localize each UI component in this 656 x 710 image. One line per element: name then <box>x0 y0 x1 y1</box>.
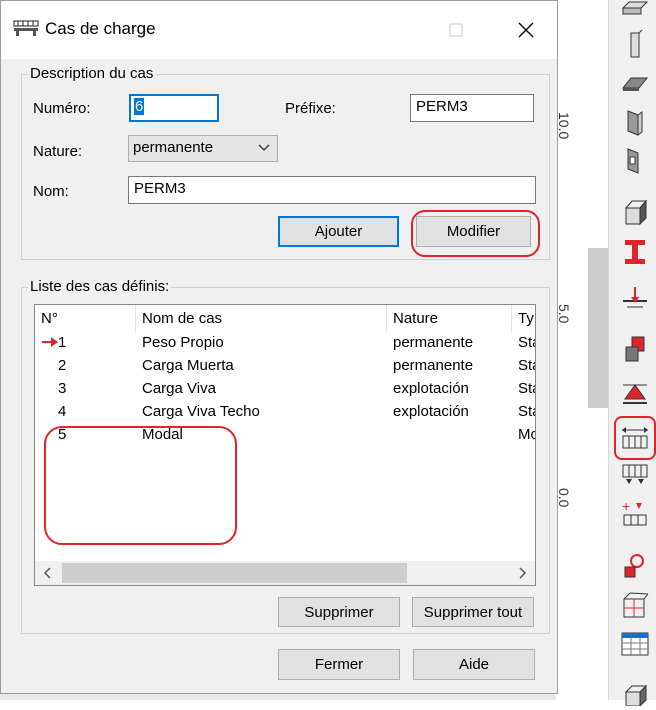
distributed-load-icon[interactable] <box>619 460 651 492</box>
background-bottom-strip <box>0 694 556 700</box>
row-name: Carga Viva <box>142 380 216 397</box>
annotation-circle <box>411 210 540 257</box>
column-header-number[interactable]: N° <box>35 305 136 333</box>
beam-icon[interactable] <box>619 0 651 24</box>
row-number: 1 <box>58 334 67 351</box>
annotation-circle <box>44 426 237 545</box>
row-number: 3 <box>58 380 67 397</box>
nature-selected-value: permanente <box>133 139 214 156</box>
row-nature: permanente <box>393 357 474 374</box>
table-icon[interactable] <box>619 628 651 660</box>
annotation-circle <box>614 416 656 460</box>
supprimer-button[interactable]: Supprimer <box>278 597 400 627</box>
node-load-icon[interactable] <box>619 550 651 582</box>
row-name: Carga Muerta <box>142 357 234 374</box>
numero-label: Numéro: <box>33 100 91 117</box>
table-row[interactable]: 3 Carga Viva explotación Sta <box>35 377 535 400</box>
load-combination-icon[interactable]: + <box>619 498 651 530</box>
row-type: Sta <box>518 403 535 420</box>
column-header-name[interactable]: Nom de cas <box>136 305 387 333</box>
row-type: Sta <box>518 357 535 374</box>
scrollbar-thumb[interactable] <box>62 563 407 583</box>
row-name: Peso Propio <box>142 334 224 351</box>
scroll-left-icon[interactable] <box>38 563 58 583</box>
table-row[interactable]: 4 Carga Viva Techo explotación Sta <box>35 400 535 423</box>
ajouter-button[interactable]: Ajouter <box>278 216 399 247</box>
section-icon[interactable] <box>619 236 651 268</box>
opening-icon[interactable] <box>619 144 651 176</box>
maximize-icon[interactable] <box>441 15 471 45</box>
load-case-icon <box>13 19 39 37</box>
nature-label: Nature: <box>33 143 83 160</box>
scroll-right-icon[interactable] <box>512 563 532 583</box>
release-icon[interactable] <box>619 284 651 316</box>
aide-button[interactable]: Aide <box>413 649 535 680</box>
row-number: 2 <box>58 357 67 374</box>
close-icon[interactable] <box>511 15 541 45</box>
table-row[interactable]: 1 Peso Propio permanente Sta <box>35 331 535 354</box>
row-nature: explotación <box>393 403 469 420</box>
cube-icon[interactable] <box>619 678 651 710</box>
title-bar: Cas de charge <box>1 1 557 59</box>
row-type: Sta <box>518 334 535 351</box>
numero-field[interactable]: 6 <box>129 94 219 122</box>
nom-field[interactable]: PERM3 <box>128 176 536 204</box>
description-group-title: Description du cas <box>28 65 156 82</box>
axis-number: 5.0 <box>556 304 572 324</box>
background-scrollbar[interactable] <box>588 248 608 408</box>
panel-icon[interactable] <box>619 106 651 138</box>
row-nature: explotación <box>393 380 469 397</box>
column-icon[interactable] <box>619 28 651 60</box>
table-row[interactable]: 2 Carga Muerta permanente Sta <box>35 354 535 377</box>
nom-label: Nom: <box>33 183 69 200</box>
row-type: Mo <box>518 426 535 443</box>
column-header-type[interactable]: Ty <box>512 305 535 333</box>
plate-icon[interactable] <box>619 66 651 98</box>
prefixe-field[interactable]: PERM3 <box>410 94 534 122</box>
dialog-title: Cas de charge <box>45 19 156 38</box>
fermer-button[interactable]: Fermer <box>278 649 400 680</box>
chevron-down-icon <box>258 139 270 163</box>
numero-value: 6 <box>134 98 145 115</box>
material-icon[interactable] <box>619 334 651 366</box>
list-header: N° Nom de cas Nature Ty <box>35 305 535 333</box>
nature-select[interactable]: permanente <box>128 135 278 162</box>
list-group-title: Liste des cas définis: <box>28 278 172 295</box>
axis-number: 0.0 <box>556 488 572 508</box>
column-header-nature[interactable]: Nature <box>387 305 512 333</box>
row-name: Carga Viva Techo <box>142 403 260 420</box>
supprimer-tout-button[interactable]: Supprimer tout <box>412 597 534 627</box>
prefixe-label: Préfixe: <box>285 100 336 117</box>
horizontal-scrollbar[interactable] <box>35 561 535 585</box>
right-toolbar: + <box>608 0 656 706</box>
support-icon[interactable] <box>619 378 651 410</box>
row-type: Sta <box>518 380 535 397</box>
row-number: 4 <box>58 403 67 420</box>
structure-view-icon[interactable] <box>619 590 651 622</box>
load-case-dialog: Cas de charge Description du cas Numéro:… <box>0 0 558 694</box>
solid-icon[interactable] <box>619 196 651 228</box>
row-nature: permanente <box>393 334 474 351</box>
axis-number: 10.0 <box>556 112 572 140</box>
svg-text:+: + <box>622 499 630 514</box>
